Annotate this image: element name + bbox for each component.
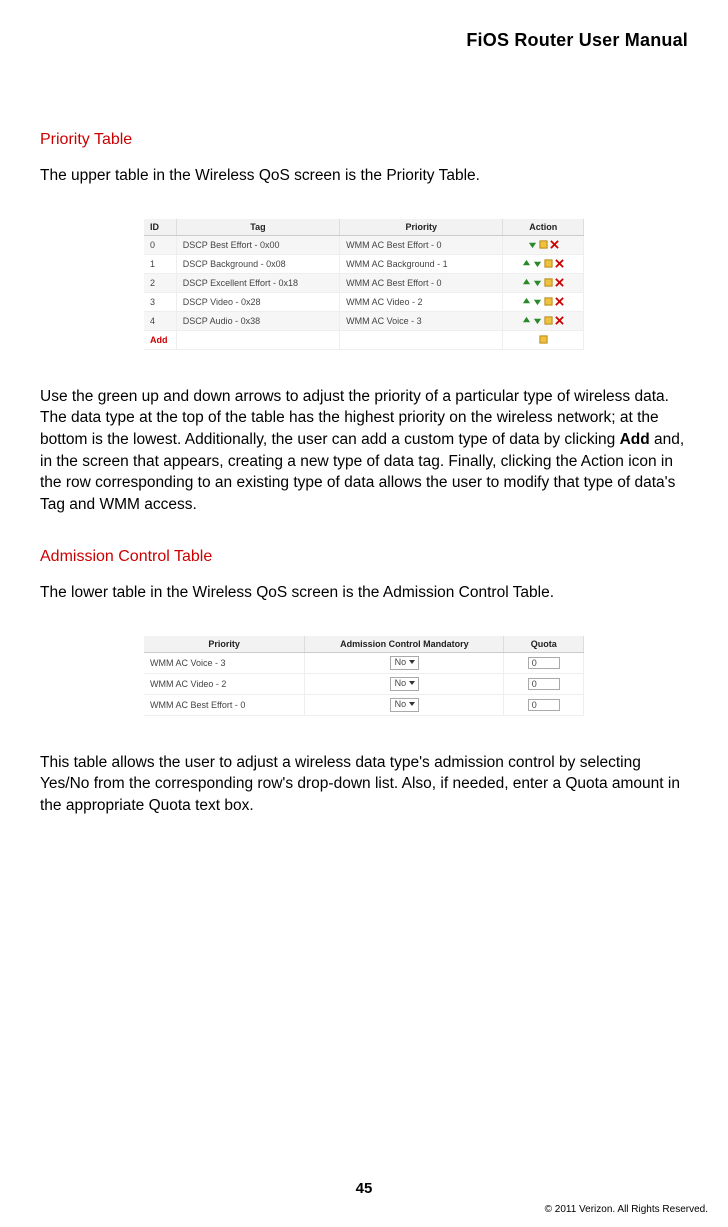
cell-priority: WMM AC Best Effort - 0: [340, 273, 503, 292]
arrow-up-icon[interactable]: [522, 259, 531, 268]
cell-tag: DSCP Excellent Effort - 0x18: [176, 273, 339, 292]
quota-input[interactable]: 0: [528, 678, 560, 690]
add-icon[interactable]: [539, 335, 548, 344]
cell-priority: WMM AC Voice - 3: [340, 311, 503, 330]
manual-header: FiOS Router User Manual: [40, 30, 688, 51]
cell-action[interactable]: [503, 235, 584, 254]
add-link[interactable]: Add: [150, 335, 168, 345]
cell-action[interactable]: [503, 330, 584, 349]
cell-id: 1: [144, 254, 176, 273]
delete-icon[interactable]: [555, 278, 564, 287]
text-part-bold: Add: [620, 431, 650, 448]
edit-icon[interactable]: [544, 259, 553, 268]
cell-id: 3: [144, 292, 176, 311]
cell-action[interactable]: [503, 311, 584, 330]
col-header-id: ID: [144, 219, 176, 236]
cell-tag: DSCP Background - 0x08: [176, 254, 339, 273]
arrow-down-icon[interactable]: [533, 278, 542, 287]
quota-input[interactable]: 0: [528, 699, 560, 711]
cell-id: 2: [144, 273, 176, 292]
priority-table-heading: Priority Table: [40, 131, 688, 149]
priority-table-figure: ID Tag Priority Action 0 DSCP Best Effor…: [40, 219, 688, 350]
col-header-action: Action: [503, 219, 584, 236]
table-row: 4 DSCP Audio - 0x38 WMM AC Voice - 3: [144, 311, 584, 330]
priority-table-intro: The upper table in the Wireless QoS scre…: [40, 165, 688, 187]
quota-input[interactable]: 0: [528, 657, 560, 669]
admission-table: Priority Admission Control Mandatory Quo…: [144, 636, 584, 716]
table-row: WMM AC Best Effort - 0 No 0: [144, 694, 584, 715]
admission-control-intro: The lower table in the Wireless QoS scre…: [40, 582, 688, 604]
cell-id: 4: [144, 311, 176, 330]
delete-icon[interactable]: [555, 316, 564, 325]
arrow-up-icon[interactable]: [522, 297, 531, 306]
edit-icon[interactable]: [539, 240, 548, 249]
admission-explanation: This table allows the user to adjust a w…: [40, 752, 688, 817]
admission-table-figure: Priority Admission Control Mandatory Quo…: [40, 636, 688, 716]
table-row: 0 DSCP Best Effort - 0x00 WMM AC Best Ef…: [144, 235, 584, 254]
add-row: Add: [144, 330, 584, 349]
arrow-down-icon[interactable]: [533, 297, 542, 306]
col-header-tag: Tag: [176, 219, 339, 236]
cell-priority: WMM AC Video - 2: [144, 673, 305, 694]
cell-priority: WMM AC Best Effort - 0: [144, 694, 305, 715]
arrow-down-icon[interactable]: [528, 240, 537, 249]
delete-icon[interactable]: [555, 259, 564, 268]
edit-icon[interactable]: [544, 278, 553, 287]
mandatory-select[interactable]: No: [390, 698, 420, 712]
cell-tag: DSCP Best Effort - 0x00: [176, 235, 339, 254]
cell-priority: WMM AC Best Effort - 0: [340, 235, 503, 254]
col-header-priority: Priority: [144, 636, 305, 653]
cell-priority: WMM AC Background - 1: [340, 254, 503, 273]
priority-explanation: Use the green up and down arrows to adju…: [40, 386, 688, 516]
arrow-down-icon[interactable]: [533, 259, 542, 268]
table-row: 1 DSCP Background - 0x08 WMM AC Backgrou…: [144, 254, 584, 273]
mandatory-select[interactable]: No: [390, 656, 420, 670]
table-row: WMM AC Video - 2 No 0: [144, 673, 584, 694]
arrow-down-icon[interactable]: [533, 316, 542, 325]
cell-tag: DSCP Video - 0x28: [176, 292, 339, 311]
priority-table: ID Tag Priority Action 0 DSCP Best Effor…: [144, 219, 584, 350]
cell-id: 0: [144, 235, 176, 254]
cell-priority: WMM AC Voice - 3: [144, 652, 305, 673]
mandatory-select[interactable]: No: [390, 677, 420, 691]
table-row: 3 DSCP Video - 0x28 WMM AC Video - 2: [144, 292, 584, 311]
col-header-mandatory: Admission Control Mandatory: [305, 636, 504, 653]
page-number: 45: [0, 1180, 728, 1197]
edit-icon[interactable]: [544, 297, 553, 306]
cell-priority: WMM AC Video - 2: [340, 292, 503, 311]
cell-tag: DSCP Audio - 0x38: [176, 311, 339, 330]
admission-control-heading: Admission Control Table: [40, 548, 688, 566]
table-row: WMM AC Voice - 3 No 0: [144, 652, 584, 673]
col-header-priority: Priority: [340, 219, 503, 236]
col-header-quota: Quota: [504, 636, 584, 653]
arrow-up-icon[interactable]: [522, 278, 531, 287]
cell-action[interactable]: [503, 292, 584, 311]
arrow-up-icon[interactable]: [522, 316, 531, 325]
table-row: 2 DSCP Excellent Effort - 0x18 WMM AC Be…: [144, 273, 584, 292]
delete-icon[interactable]: [555, 297, 564, 306]
cell-action[interactable]: [503, 273, 584, 292]
delete-icon[interactable]: [550, 240, 559, 249]
edit-icon[interactable]: [544, 316, 553, 325]
copyright: © 2011 Verizon. All Rights Reserved.: [545, 1204, 708, 1215]
text-part-1: Use the green up and down arrows to adju…: [40, 388, 669, 448]
cell-action[interactable]: [503, 254, 584, 273]
